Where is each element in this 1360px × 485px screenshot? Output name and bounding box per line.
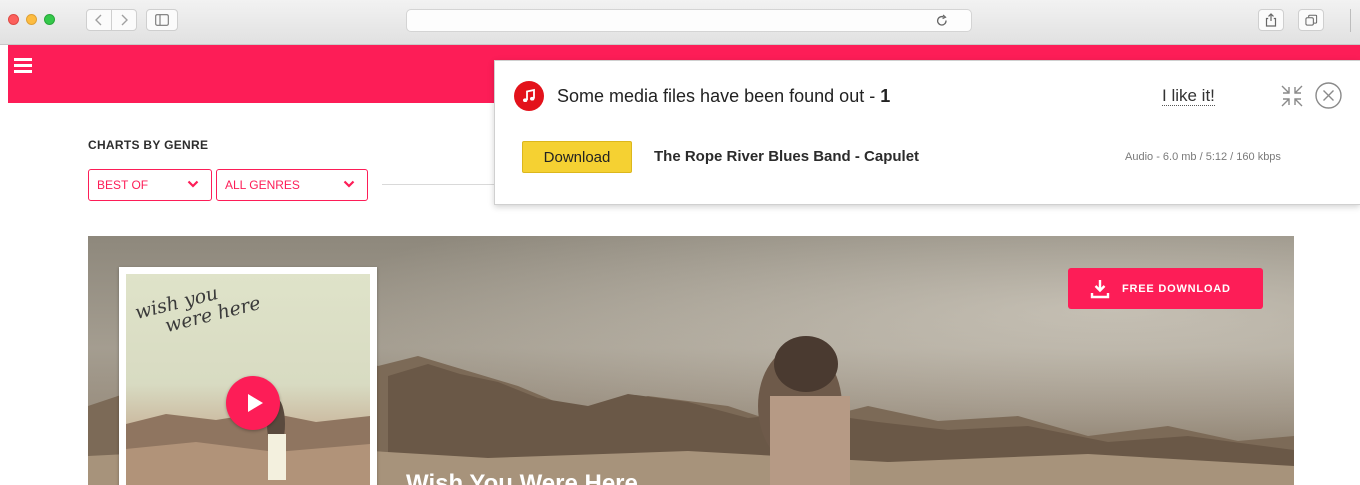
- music-note-icon: [514, 81, 544, 111]
- back-button[interactable]: [86, 9, 112, 31]
- hamburger-icon[interactable]: [14, 58, 32, 74]
- section-title: CHARTS BY GENRE: [88, 138, 209, 152]
- track-title: The Rope River Blues Band - Capulet: [654, 148, 920, 165]
- media-found-popup: Some media files have been found out - 1…: [494, 60, 1360, 205]
- hero-title: Wish You Were Here: [406, 470, 638, 485]
- chevron-down-icon: [343, 180, 355, 188]
- minimize-window-button[interactable]: [26, 14, 37, 25]
- close-icon[interactable]: [1314, 81, 1343, 110]
- like-link[interactable]: I like it!: [1162, 86, 1215, 106]
- select-label: ALL GENRES: [225, 178, 300, 192]
- album-cover: wish you were here: [119, 267, 377, 485]
- collapse-icon[interactable]: [1279, 83, 1305, 109]
- browser-toolbar: [0, 0, 1360, 45]
- divider: [382, 184, 502, 185]
- hero-banner: FREE DOWNLOAD Wish You Were Here wish yo…: [88, 236, 1294, 485]
- select-label: BEST OF: [97, 178, 149, 192]
- free-download-label: FREE DOWNLOAD: [1122, 282, 1231, 295]
- tabs-icon: [1304, 14, 1317, 26]
- album-art-image: wish you were here: [126, 274, 370, 485]
- chevron-left-icon: [95, 14, 102, 26]
- genre-select[interactable]: ALL GENRES: [216, 169, 368, 201]
- best-of-select[interactable]: BEST OF: [88, 169, 212, 201]
- close-window-button[interactable]: [8, 14, 19, 25]
- reload-icon[interactable]: [935, 14, 949, 28]
- address-bar[interactable]: [406, 9, 972, 32]
- download-icon: [1090, 279, 1110, 298]
- track-meta: Audio - 6.0 mb / 5:12 / 160 kbps: [1125, 151, 1281, 163]
- download-button[interactable]: Download: [522, 141, 632, 173]
- tab-overview-button[interactable]: [1298, 9, 1324, 31]
- forward-button[interactable]: [111, 9, 137, 31]
- window-edge: [1350, 9, 1360, 32]
- media-count: 1: [880, 86, 891, 106]
- chevron-right-icon: [121, 14, 128, 26]
- play-button[interactable]: [226, 376, 280, 430]
- sidebar-icon: [155, 14, 169, 26]
- play-icon: [248, 394, 263, 412]
- chevron-down-icon: [187, 180, 199, 188]
- popup-title: Some media files have been found out - 1: [557, 86, 890, 107]
- free-download-button[interactable]: FREE DOWNLOAD: [1068, 268, 1263, 309]
- sidebar-toggle-button[interactable]: [146, 9, 178, 31]
- share-button[interactable]: [1258, 9, 1284, 31]
- popup-title-text: Some media files have been found out -: [557, 86, 881, 106]
- zoom-window-button[interactable]: [44, 14, 55, 25]
- share-icon: [1265, 13, 1277, 27]
